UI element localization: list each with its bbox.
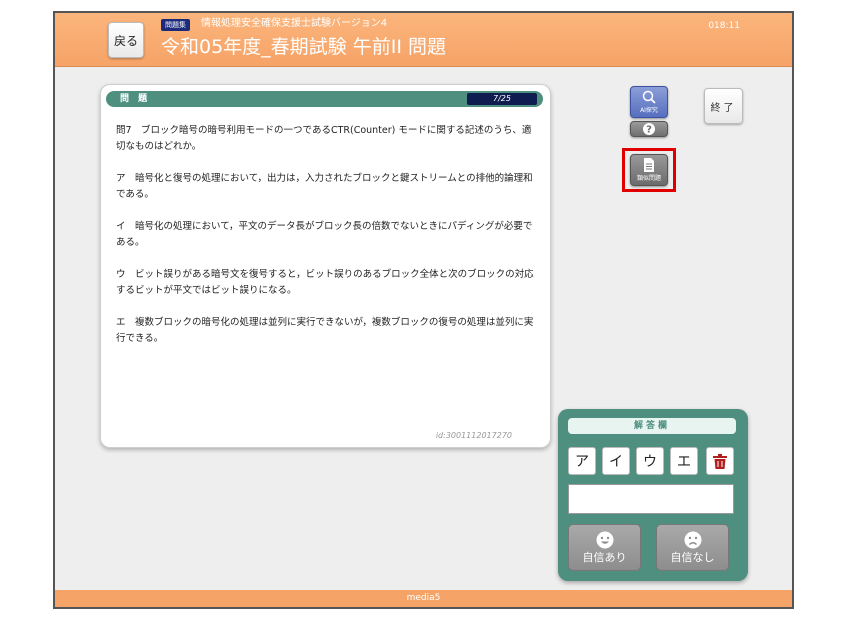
header-bar: 戻る 問題集 情報処理安全確保支援士試験バージョン4 令和05年度_春期試験 午… (55, 13, 792, 67)
back-button[interactable]: 戻る (108, 22, 144, 58)
end-button[interactable]: 終了 (704, 88, 743, 124)
ai-explore-label: AI探究 (640, 107, 658, 114)
question-panel: 問 題 7/25 問7 ブロック暗号の暗号利用モードの一つであるCTR(Coun… (100, 84, 551, 448)
page-title: 令和05年度_春期試験 午前II 問題 (161, 36, 446, 58)
option-u: ウ ビット誤りがある暗号文を復号すると，ビット誤りのあるブロック全体と次のブロッ… (116, 269, 534, 296)
question-id: id:3001112017270 (435, 431, 512, 440)
question-counter: 7/25 (467, 93, 537, 105)
option-a: ア 暗号化と復号の処理において，出力は，入力されたブロックと鍵ストリームとの排他… (116, 173, 533, 200)
choice-i-button[interactable]: イ (602, 447, 630, 475)
confident-label: 自信あり (582, 550, 627, 564)
trash-icon (713, 453, 727, 469)
question-panel-label: 問 題 (120, 94, 151, 104)
worried-face-icon (684, 531, 701, 548)
ai-explore-button[interactable]: AI探究 (630, 86, 668, 118)
option-e: エ 複数ブロックの暗号化の処理は並列に実行できないが，複数ブロックの復号の処理は… (116, 317, 534, 344)
answer-panel-title: 解答欄 (568, 418, 736, 434)
question-icon: ? (643, 123, 655, 136)
delete-button[interactable] (706, 447, 734, 475)
question-panel-header: 問 題 7/25 (106, 91, 543, 107)
choice-e-button[interactable]: エ (670, 447, 698, 475)
choice-a-button[interactable]: ア (568, 447, 596, 475)
magnifier-icon (642, 90, 656, 104)
exam-subtitle: 情報処理安全確保支援士試験バージョン4 (201, 18, 388, 29)
timer: 018:11 (708, 21, 740, 31)
smile-icon (596, 531, 613, 548)
question-text: 問7 ブロック暗号の暗号利用モードの一つであるCTR(Counter) モードに… (116, 125, 532, 152)
answer-panel: 解答欄 ア イ ウ エ 自信あり 自信なし (558, 409, 748, 581)
answer-display (568, 484, 734, 514)
footer-bar: media5 (55, 590, 792, 607)
help-button[interactable]: ? (630, 121, 668, 137)
not-confident-button[interactable]: 自信なし (656, 524, 729, 571)
choice-u-button[interactable]: ウ (636, 447, 664, 475)
confident-button[interactable]: 自信あり (568, 524, 641, 571)
question-body: 問7 ブロック暗号の暗号利用モードの一つであるCTR(Counter) モードに… (116, 123, 536, 363)
question-set-badge: 問題集 (161, 19, 190, 31)
svg-text:?: ? (646, 125, 652, 136)
highlight-box (622, 148, 676, 192)
app-window: 戻る 問題集 情報処理安全確保支援士試験バージョン4 令和05年度_春期試験 午… (53, 11, 794, 609)
not-confident-label: 自信なし (670, 550, 715, 564)
option-i: イ 暗号化の処理において，平文のデータ長がブロック長の倍数でないときにパディング… (116, 221, 533, 248)
